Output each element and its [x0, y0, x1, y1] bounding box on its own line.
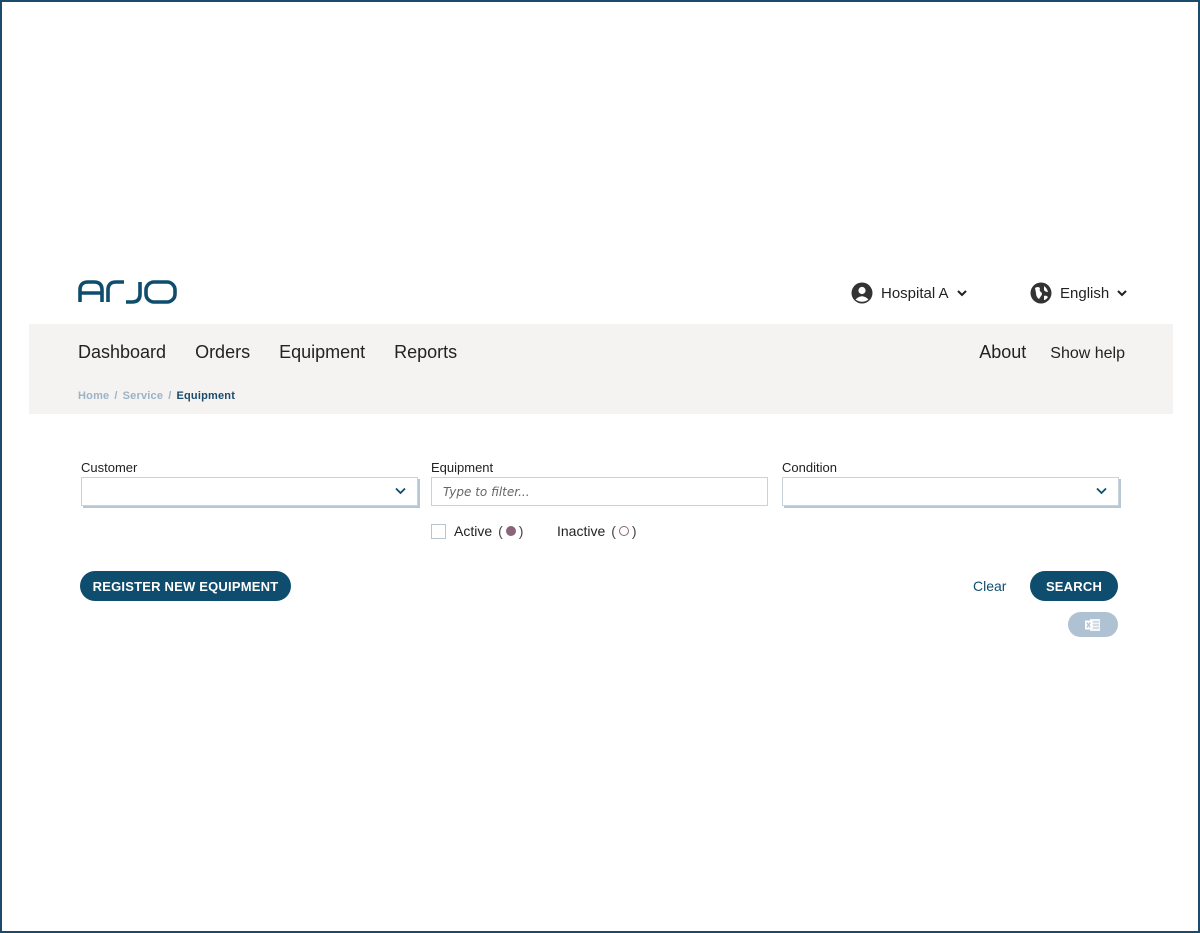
breadcrumb-home[interactable]: Home — [78, 390, 109, 402]
paren-open: ( — [611, 523, 616, 539]
chevron-down-icon — [1096, 487, 1107, 495]
arjo-logo[interactable] — [78, 280, 178, 304]
status-checkbox[interactable] — [431, 524, 446, 539]
inactive-dot-icon — [618, 526, 629, 536]
customer-select[interactable] — [81, 477, 418, 506]
language-label: English — [1060, 284, 1110, 302]
nav-reports[interactable]: Reports — [394, 342, 457, 363]
legend-active-label: Active — [454, 523, 493, 539]
paren-close: ) — [518, 523, 524, 539]
export-excel-button[interactable] — [1068, 612, 1118, 637]
excel-icon — [1085, 618, 1100, 631]
legend-inactive: Inactive ( ) — [557, 523, 637, 539]
condition-label: Condition — [782, 460, 837, 475]
active-dot-icon — [505, 526, 516, 536]
search-button[interactable]: SEARCH — [1030, 571, 1118, 601]
globe-icon — [1030, 282, 1052, 304]
equipment-filter-input[interactable] — [431, 477, 768, 506]
breadcrumb-service[interactable]: Service — [123, 390, 164, 402]
breadcrumb-separator: / — [114, 390, 118, 402]
nav-orders[interactable]: Orders — [195, 342, 250, 363]
paren-open: ( — [498, 523, 503, 539]
nav-about[interactable]: About — [979, 342, 1026, 363]
nav-equipment[interactable]: Equipment — [279, 342, 365, 363]
main-navigation: Dashboard Orders Equipment Reports About… — [29, 324, 1173, 414]
account-menu[interactable]: Hospital A — [851, 282, 967, 304]
breadcrumb-separator: / — [168, 390, 172, 402]
equipment-label: Equipment — [431, 460, 494, 475]
breadcrumb-current: Equipment — [176, 390, 236, 402]
breadcrumb: Home / Service / Equipment — [78, 390, 235, 402]
nav-dashboard[interactable]: Dashboard — [78, 342, 166, 363]
customer-label: Customer — [81, 460, 138, 475]
language-menu[interactable]: English — [1030, 282, 1127, 304]
register-new-equipment-button[interactable]: REGISTER NEW EQUIPMENT — [80, 571, 291, 601]
clear-button[interactable]: Clear — [973, 578, 1006, 594]
paren-close: ) — [631, 523, 637, 539]
chevron-down-icon — [956, 290, 967, 297]
chevron-down-icon — [1117, 290, 1127, 297]
account-label: Hospital A — [881, 284, 949, 302]
window-frame — [0, 0, 1200, 933]
legend-inactive-label: Inactive — [557, 523, 606, 539]
secondary-nav: About Show help — [979, 342, 1125, 363]
user-circle-icon — [851, 282, 873, 304]
condition-select[interactable] — [782, 477, 1119, 506]
legend-active: Active ( ) — [454, 523, 523, 539]
show-help-link[interactable]: Show help — [1050, 345, 1125, 363]
primary-nav: Dashboard Orders Equipment Reports — [78, 342, 457, 363]
chevron-down-icon — [395, 487, 406, 495]
